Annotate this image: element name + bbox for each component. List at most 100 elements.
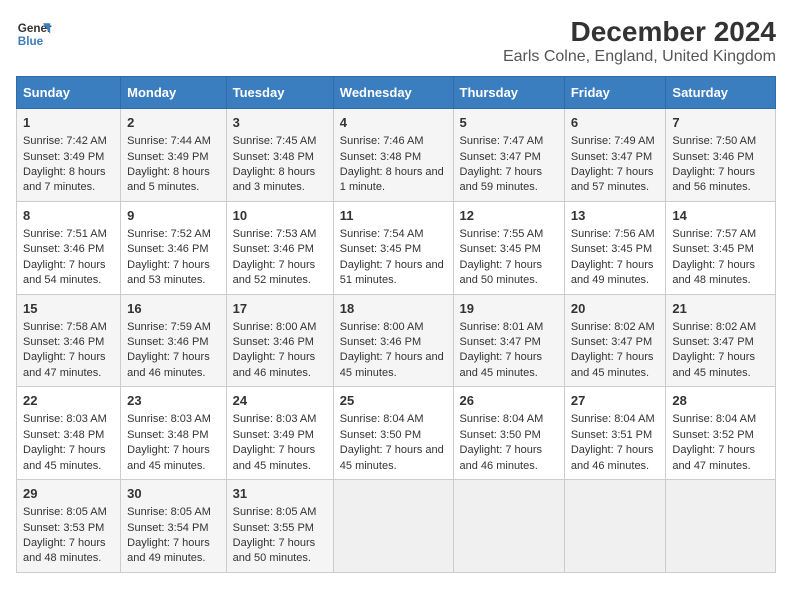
sunrise-text: Sunrise: 8:04 AM xyxy=(571,412,660,427)
day-number: 18 xyxy=(340,300,447,318)
sunset-text: Sunset: 3:46 PM xyxy=(127,242,219,257)
daylight-text: Daylight: 7 hours and 53 minutes. xyxy=(127,258,219,289)
calendar-cell: 2Sunrise: 7:44 AMSunset: 3:49 PMDaylight… xyxy=(121,109,226,202)
sunset-text: Sunset: 3:50 PM xyxy=(340,428,447,443)
logo-icon: General Blue xyxy=(16,16,52,52)
day-number: 24 xyxy=(233,392,327,410)
daylight-text: Daylight: 7 hours and 45 minutes. xyxy=(571,350,660,381)
day-number: 26 xyxy=(460,392,558,410)
day-number: 3 xyxy=(233,114,327,132)
daylight-text: Daylight: 8 hours and 1 minute. xyxy=(340,165,447,196)
sunset-text: Sunset: 3:52 PM xyxy=(672,428,769,443)
sunset-text: Sunset: 3:48 PM xyxy=(23,428,114,443)
calendar-cell: 26Sunrise: 8:04 AMSunset: 3:50 PMDayligh… xyxy=(453,387,564,480)
calendar-cell: 12Sunrise: 7:55 AMSunset: 3:45 PMDayligh… xyxy=(453,201,564,294)
calendar-table: SundayMondayTuesdayWednesdayThursdayFrid… xyxy=(16,76,776,573)
day-number: 10 xyxy=(233,207,327,225)
calendar-cell: 30Sunrise: 8:05 AMSunset: 3:54 PMDayligh… xyxy=(121,480,226,573)
calendar-cell: 3 Sunrise: 7:45 AMSunset: 3:48 PMDaylight… xyxy=(226,109,333,202)
sunrise-text: Sunrise: 8:02 AM xyxy=(571,320,660,335)
calendar-cell: 20 Sunrise: 8:02 AMSunset: 3:47 PMDayligh… xyxy=(564,294,666,387)
calendar-cell: 27Sunrise: 8:04 AMSunset: 3:51 PMDayligh… xyxy=(564,387,666,480)
calendar-cell: 18Sunrise: 8:00 AMSunset: 3:46 PMDayligh… xyxy=(333,294,453,387)
day-number: 16 xyxy=(127,300,219,318)
calendar-cell: 7Sunrise: 7:50 AMSunset: 3:46 PMDaylight… xyxy=(666,109,776,202)
sunset-text: Sunset: 3:46 PM xyxy=(233,242,327,257)
week-row-2: 8Sunrise: 7:51 AMSunset: 3:46 PMDaylight… xyxy=(17,201,776,294)
day-number: 23 xyxy=(127,392,219,410)
daylight-text: Daylight: 7 hours and 45 minutes. xyxy=(340,350,447,381)
sunrise-text: Sunrise: 8:04 AM xyxy=(340,412,447,427)
sunrise-text: Sunrise: 8:03 AM xyxy=(127,412,219,427)
day-number: 20 xyxy=(571,300,660,318)
daylight-text: Daylight: 7 hours and 50 minutes. xyxy=(233,536,327,567)
calendar-cell: 19Sunrise: 8:01 AMSunset: 3:47 PMDayligh… xyxy=(453,294,564,387)
sunset-text: Sunset: 3:46 PM xyxy=(23,242,114,257)
sunset-text: Sunset: 3:48 PM xyxy=(233,150,327,165)
sunrise-text: Sunrise: 8:03 AM xyxy=(233,412,327,427)
day-number: 19 xyxy=(460,300,558,318)
calendar-cell: 28Sunrise: 8:04 AMSunset: 3:52 PMDayligh… xyxy=(666,387,776,480)
calendar-cell xyxy=(564,480,666,573)
calendar-cell: 6Sunrise: 7:49 AMSunset: 3:47 PMDaylight… xyxy=(564,109,666,202)
sunset-text: Sunset: 3:47 PM xyxy=(460,150,558,165)
sunrise-text: Sunrise: 7:47 AM xyxy=(460,134,558,149)
sunset-text: Sunset: 3:47 PM xyxy=(571,150,660,165)
day-number: 5 xyxy=(460,114,558,132)
daylight-text: Daylight: 7 hours and 50 minutes. xyxy=(460,258,558,289)
calendar-cell: 1Sunrise: 7:42 AMSunset: 3:49 PMDaylight… xyxy=(17,109,121,202)
day-number: 25 xyxy=(340,392,447,410)
day-number: 21 xyxy=(672,300,769,318)
day-number: 30 xyxy=(127,485,219,503)
day-number: 2 xyxy=(127,114,219,132)
day-number: 11 xyxy=(340,207,447,225)
calendar-cell: 4Sunrise: 7:46 AMSunset: 3:48 PMDaylight… xyxy=(333,109,453,202)
day-header-monday: Monday xyxy=(121,77,226,109)
sunrise-text: Sunrise: 8:05 AM xyxy=(23,505,114,520)
day-number: 13 xyxy=(571,207,660,225)
sunset-text: Sunset: 3:47 PM xyxy=(571,335,660,350)
daylight-text: Daylight: 7 hours and 52 minutes. xyxy=(233,258,327,289)
sunset-text: Sunset: 3:45 PM xyxy=(340,242,447,257)
calendar-cell: 9Sunrise: 7:52 AMSunset: 3:46 PMDaylight… xyxy=(121,201,226,294)
calendar-cell: 8Sunrise: 7:51 AMSunset: 3:46 PMDaylight… xyxy=(17,201,121,294)
daylight-text: Daylight: 7 hours and 45 minutes. xyxy=(340,443,447,474)
daylight-text: Daylight: 7 hours and 54 minutes. xyxy=(23,258,114,289)
day-number: 29 xyxy=(23,485,114,503)
sunrise-text: Sunrise: 8:02 AM xyxy=(672,320,769,335)
day-number: 28 xyxy=(672,392,769,410)
sunset-text: Sunset: 3:47 PM xyxy=(672,335,769,350)
sunrise-text: Sunrise: 7:45 AM xyxy=(233,134,327,149)
calendar-cell: 13Sunrise: 7:56 AMSunset: 3:45 PMDayligh… xyxy=(564,201,666,294)
header: General Blue December 2024 Earls Colne, … xyxy=(16,16,776,66)
day-header-tuesday: Tuesday xyxy=(226,77,333,109)
sunset-text: Sunset: 3:55 PM xyxy=(233,521,327,536)
sunrise-text: Sunrise: 8:00 AM xyxy=(233,320,327,335)
sunset-text: Sunset: 3:49 PM xyxy=(233,428,327,443)
day-number: 27 xyxy=(571,392,660,410)
week-row-4: 22Sunrise: 8:03 AMSunset: 3:48 PMDayligh… xyxy=(17,387,776,480)
daylight-text: Daylight: 7 hours and 49 minutes. xyxy=(127,536,219,567)
daylight-text: Daylight: 7 hours and 56 minutes. xyxy=(672,165,769,196)
calendar-cell: 5Sunrise: 7:47 AMSunset: 3:47 PMDaylight… xyxy=(453,109,564,202)
daylight-text: Daylight: 7 hours and 48 minutes. xyxy=(672,258,769,289)
sunrise-text: Sunrise: 8:01 AM xyxy=(460,320,558,335)
day-number: 31 xyxy=(233,485,327,503)
sunrise-text: Sunrise: 8:05 AM xyxy=(233,505,327,520)
sunrise-text: Sunrise: 7:46 AM xyxy=(340,134,447,149)
day-number: 8 xyxy=(23,207,114,225)
daylight-text: Daylight: 7 hours and 49 minutes. xyxy=(571,258,660,289)
sunset-text: Sunset: 3:49 PM xyxy=(127,150,219,165)
sunrise-text: Sunrise: 8:03 AM xyxy=(23,412,114,427)
daylight-text: Daylight: 8 hours and 7 minutes. xyxy=(23,165,114,196)
calendar-cell: 11Sunrise: 7:54 AMSunset: 3:45 PMDayligh… xyxy=(333,201,453,294)
title-area: December 2024 Earls Colne, England, Unit… xyxy=(503,16,776,66)
main-title: December 2024 xyxy=(503,16,776,48)
sunset-text: Sunset: 3:53 PM xyxy=(23,521,114,536)
sunrise-text: Sunrise: 7:56 AM xyxy=(571,227,660,242)
daylight-text: Daylight: 7 hours and 51 minutes. xyxy=(340,258,447,289)
sunrise-text: Sunrise: 7:44 AM xyxy=(127,134,219,149)
day-number: 14 xyxy=(672,207,769,225)
calendar-cell: 21Sunrise: 8:02 AMSunset: 3:47 PMDayligh… xyxy=(666,294,776,387)
daylight-text: Daylight: 8 hours and 3 minutes. xyxy=(233,165,327,196)
